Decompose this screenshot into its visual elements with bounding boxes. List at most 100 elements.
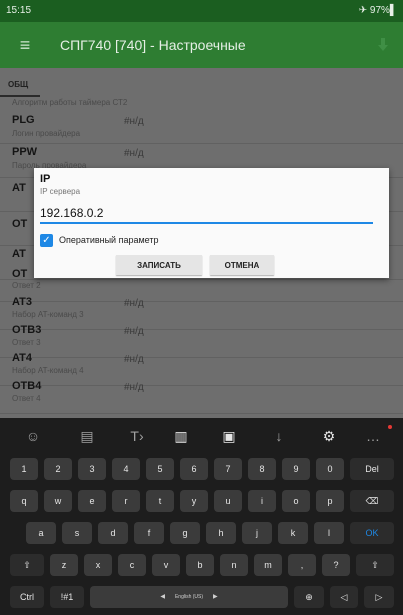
page-title: СПГ740 [740] - Настроечные [60, 37, 246, 53]
app-toolbar: ≡ СПГ740 [740] - Настроечные [0, 22, 403, 68]
key-3[interactable]: 3 [78, 458, 106, 480]
status-bar: 15:15 ✈ 97%▌ [0, 0, 403, 22]
param-value: #н/д [124, 326, 144, 337]
param-desc: Ответ 2 [12, 281, 41, 290]
param-value: #н/д [124, 354, 144, 365]
key-c[interactable]: c [118, 554, 146, 576]
save-button[interactable]: ЗАПИСАТЬ [116, 255, 202, 275]
settings-gear-icon[interactable]: ⚙ [318, 426, 340, 446]
clipboard-icon[interactable]: ▥ [170, 426, 192, 446]
emoji-icon[interactable]: ☺ [22, 426, 44, 446]
param-name: PPW [12, 146, 38, 158]
tab-bar: ОБЩ [0, 68, 403, 98]
param-desc: Ответ 3 [12, 338, 41, 347]
param-name: OT [12, 218, 28, 230]
key-4[interactable]: 4 [112, 458, 140, 480]
dialog-title: IP [40, 173, 51, 185]
key-9[interactable]: 9 [282, 458, 310, 480]
key-0[interactable]: 0 [316, 458, 344, 480]
key-1[interactable]: 1 [10, 458, 38, 480]
key-p[interactable]: p [316, 490, 344, 512]
key-g[interactable]: g [170, 522, 200, 544]
edit-parameter-dialog: IP IP сервера ✓ Оперативный параметр ЗАП… [34, 168, 389, 278]
cancel-button[interactable]: ОТМЕНА [210, 255, 274, 275]
key-2[interactable]: 2 [44, 458, 72, 480]
key-f[interactable]: f [134, 522, 164, 544]
param-name: AT4 [12, 352, 32, 364]
symbols-key[interactable]: !#1 [50, 586, 84, 608]
key-8[interactable]: 8 [248, 458, 276, 480]
soft-keyboard: ☺ ▤ T› ▥ ▣ ↓ ⚙ … 1 2 3 4 5 6 7 8 9 0 Del… [0, 418, 403, 615]
list-item[interactable]: PLG Логин провайдера #н/д [0, 110, 403, 144]
sticker-icon[interactable]: ▤ [76, 426, 98, 446]
param-name: OTB3 [12, 324, 42, 336]
status-icons: ✈ 97%▌ [358, 5, 397, 16]
key-7[interactable]: 7 [214, 458, 242, 480]
key-l[interactable]: l [314, 522, 344, 544]
key-n[interactable]: n [220, 554, 248, 576]
param-name: AT3 [12, 296, 32, 308]
list-caption: Алгоритм работы таймера СТ2 [12, 98, 128, 107]
param-name: OTB4 [12, 380, 42, 392]
backspace-icon[interactable]: ⌫ [350, 490, 394, 512]
key-d[interactable]: d [98, 522, 128, 544]
key-w[interactable]: w [44, 490, 72, 512]
key-i[interactable]: i [248, 490, 276, 512]
key-6[interactable]: 6 [180, 458, 208, 480]
param-name: AT [12, 182, 26, 194]
keyboard-toggle-icon[interactable]: ▣ [218, 426, 240, 446]
key-5[interactable]: 5 [146, 458, 174, 480]
space-label: English (US) [174, 594, 204, 600]
ip-input[interactable] [40, 204, 373, 224]
key-y[interactable]: y [180, 490, 208, 512]
key-b[interactable]: b [186, 554, 214, 576]
globe-language-icon[interactable]: ⊕ [294, 586, 324, 608]
param-name: PLG [12, 114, 35, 126]
param-desc: Ответ 4 [12, 394, 41, 403]
ctrl-key[interactable]: Ctrl [10, 586, 44, 608]
param-value: #н/д [124, 298, 144, 309]
key-q[interactable]: q [10, 490, 38, 512]
key-v[interactable]: v [152, 554, 180, 576]
param-desc: Набор AT-команд 4 [12, 366, 84, 375]
tab-indicator [0, 95, 40, 97]
key-r[interactable]: r [112, 490, 140, 512]
key-t[interactable]: t [146, 490, 174, 512]
hamburger-menu-icon[interactable]: ≡ [14, 34, 36, 56]
more-icon[interactable]: … [362, 426, 384, 446]
key-x[interactable]: x [84, 554, 112, 576]
operative-checkbox[interactable]: ✓ [40, 234, 53, 247]
space-bar[interactable]: ◀ English (US) ▶ [90, 586, 288, 608]
key-z[interactable]: z [50, 554, 78, 576]
param-value: #н/д [124, 382, 144, 393]
param-value: #н/д [124, 116, 144, 127]
shift-left-key[interactable]: ⇧ [10, 554, 44, 576]
microphone-icon[interactable]: ↓ [268, 426, 290, 446]
key-h[interactable]: h [206, 522, 236, 544]
shift-right-key[interactable]: ⇧ [356, 554, 394, 576]
key-e[interactable]: e [78, 490, 106, 512]
key-a[interactable]: a [26, 522, 56, 544]
ok-key[interactable]: OK [350, 522, 394, 544]
tab-general[interactable]: ОБЩ [8, 80, 28, 89]
operative-checkbox-label: Оперативный параметр [59, 235, 159, 245]
param-name: OT [12, 268, 28, 280]
status-time: 15:15 [6, 5, 32, 16]
key-question[interactable]: ? [322, 554, 350, 576]
cursor-right-icon[interactable]: ▷ [364, 586, 394, 608]
param-desc: Набор AT-команд 3 [12, 310, 84, 319]
translate-icon[interactable]: T› [126, 426, 148, 446]
key-k[interactable]: k [278, 522, 308, 544]
key-comma[interactable]: , [288, 554, 316, 576]
cursor-left-icon[interactable]: ◁ [330, 586, 358, 608]
param-desc: Логин провайдера [12, 129, 81, 138]
key-s[interactable]: s [62, 522, 92, 544]
download-icon[interactable] [375, 37, 391, 53]
list-item[interactable]: OTB4 Ответ 4 #н/д [0, 380, 403, 414]
key-u[interactable]: u [214, 490, 242, 512]
key-m[interactable]: m [254, 554, 282, 576]
key-j[interactable]: j [242, 522, 272, 544]
delete-key[interactable]: Del [350, 458, 394, 480]
key-o[interactable]: o [282, 490, 310, 512]
param-value: #н/д [124, 148, 144, 159]
